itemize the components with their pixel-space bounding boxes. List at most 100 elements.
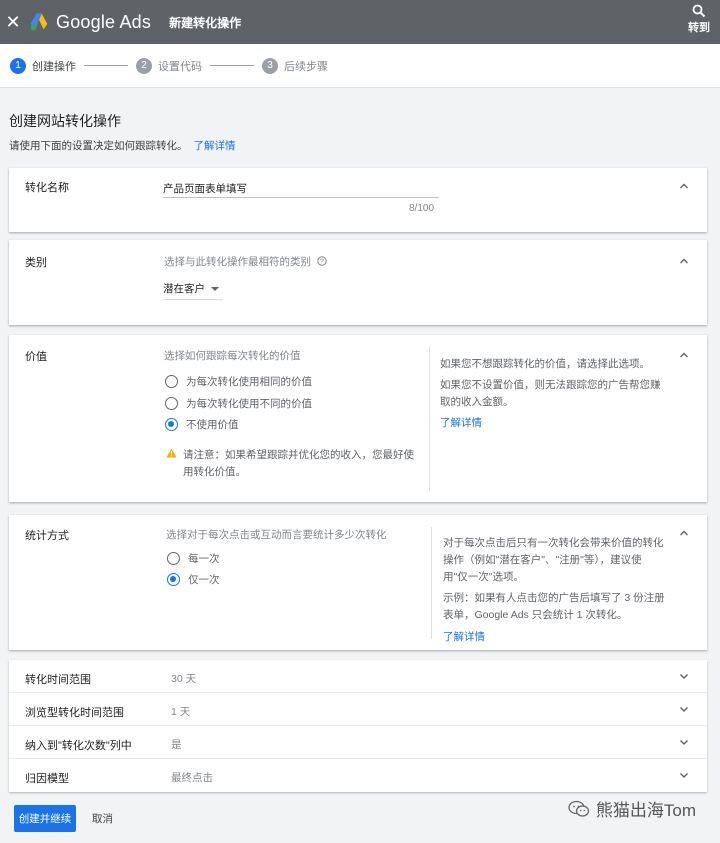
- step-connector: [210, 65, 254, 66]
- chevron-down-icon: [680, 773, 688, 778]
- google-ads-logo-icon: [30, 13, 48, 31]
- vertical-divider: [429, 347, 430, 491]
- step-setup-code: 2 设置代码: [136, 57, 262, 74]
- side-paragraph: 取的收入金额。: [440, 396, 514, 408]
- radio-circle: [167, 552, 180, 565]
- step-label: 创建操作: [32, 60, 76, 73]
- section-subtitle: 请使用下面的设置决定如何跟踪转化。 了解详情: [9, 138, 236, 153]
- wechat-icon: [568, 800, 590, 817]
- category-label: 类别: [25, 257, 47, 269]
- stepper: 1 创建操作 2 设置代码 3 后续步骤: [0, 44, 720, 88]
- category-hint-text: 选择与此转化操作最相符的类别: [164, 256, 311, 268]
- setting-label: 浏览型转化时间范围: [25, 707, 124, 719]
- radio-one[interactable]: 仅一次: [167, 572, 220, 587]
- collapse-icon[interactable]: [679, 528, 689, 538]
- vertical-divider: [431, 527, 432, 639]
- step-next-steps: 3 后续步骤: [262, 57, 328, 74]
- chevron-down-icon: [680, 740, 688, 745]
- radio-no-value[interactable]: 不使用价值: [165, 417, 239, 432]
- radio-same-value[interactable]: 为每次转化使用相同的价值: [165, 374, 312, 389]
- step-label: 设置代码: [158, 60, 202, 73]
- create-and-continue-button[interactable]: 创建并继续: [14, 805, 76, 832]
- collapse-icon[interactable]: [679, 256, 689, 266]
- setting-value: 最终点击: [171, 772, 213, 784]
- step-number: 3: [262, 57, 278, 74]
- side-paragraph: 对于每次点击后只有一次转化会带来价值的转化: [443, 537, 664, 549]
- setting-value: 30 天: [171, 673, 197, 685]
- step-create-action: 1 创建操作: [10, 57, 136, 74]
- goto-label: 转到: [688, 22, 710, 34]
- svg-text:?: ?: [320, 259, 324, 266]
- watermark-text: 熊猫出海Tom: [595, 801, 696, 820]
- category-hint: 选择与此转化操作最相符的类别 ?: [164, 254, 327, 269]
- learn-more-link[interactable]: 了解详情: [443, 629, 683, 646]
- warning-text: 用转化价值。: [183, 466, 246, 478]
- side-paragraph: 示例：如果有人点击您的广告后填写了 3 份注册: [443, 592, 665, 604]
- conversion-name-field[interactable]: 产品页面表单填写: [163, 176, 439, 198]
- settings-list: 转化时间范围 30 天 浏览型转化时间范围 1 天 纳入到"转化次数"列中 是 …: [9, 660, 707, 792]
- side-paragraph: 操作（例如"潜在客户"、"注册"等），建议使: [443, 554, 642, 566]
- step-number: 1: [10, 57, 26, 74]
- step-connector: [84, 65, 128, 66]
- dropdown-arrow-icon: [211, 286, 219, 291]
- radio-label: 不使用价值: [186, 419, 239, 431]
- setting-row-include-in-conversions[interactable]: 纳入到"转化次数"列中 是: [9, 726, 707, 759]
- goto-button[interactable]: 转到: [686, 4, 712, 35]
- char-counter: 8/100: [409, 203, 435, 214]
- radio-circle: [165, 397, 178, 410]
- radio-different-value[interactable]: 为每次转化使用不同的价值: [165, 396, 312, 411]
- value-label: 价值: [25, 351, 47, 363]
- learn-more-link[interactable]: 了解详情: [440, 415, 680, 432]
- radio-circle: [165, 418, 178, 431]
- warning-text: 请注意：如果希望跟踪并优化您的收入，您最好使: [183, 449, 414, 461]
- radio-label: 为每次转化使用不同的价值: [186, 398, 312, 410]
- count-label: 统计方式: [25, 530, 69, 542]
- setting-row-attribution-model[interactable]: 归因模型 最终点击: [9, 759, 707, 792]
- step-label: 后续步骤: [284, 60, 328, 73]
- count-hint: 选择对于每次点击或互动而言要统计多少次转化: [166, 529, 387, 541]
- conversion-name-card: 转化名称 产品页面表单填写 8/100: [9, 168, 707, 232]
- side-paragraph: 如果您不设置价值，则无法跟踪您的广告帮您赚: [440, 379, 661, 391]
- setting-value: 是: [171, 739, 182, 751]
- search-icon: [692, 4, 706, 18]
- side-paragraph: 用"仅一次"选项。: [443, 571, 524, 583]
- collapse-icon[interactable]: [679, 350, 689, 360]
- radio-label: 仅一次: [188, 574, 220, 586]
- setting-row-conversion-window[interactable]: 转化时间范围 30 天: [9, 660, 707, 693]
- category-card: 类别 选择与此转化操作最相符的类别 ? 潜在客户: [9, 240, 707, 325]
- radio-every[interactable]: 每一次: [167, 551, 220, 566]
- watermark: 熊猫出海Tom: [568, 796, 696, 821]
- top-bar: ✕ Google Ads 新建转化操作 转到: [0, 0, 720, 44]
- count-side-help: 对于每次点击后只有一次转化会带来价值的转化 操作（例如"潜在客户"、"注册"等）…: [443, 535, 683, 646]
- value-hint: 选择如何跟踪每次转化的价值: [164, 350, 301, 362]
- setting-label: 转化时间范围: [25, 674, 91, 686]
- page-title: 新建转化操作: [169, 15, 242, 30]
- value-card: 价值 选择如何跟踪每次转化的价值 为每次转化使用相同的价值 为每次转化使用不同的…: [9, 335, 707, 502]
- setting-row-view-through-window[interactable]: 浏览型转化时间范围 1 天: [9, 693, 707, 726]
- subtitle-text: 请使用下面的设置决定如何跟踪转化。: [9, 140, 188, 152]
- help-icon[interactable]: ?: [317, 256, 327, 266]
- brand-name: Google Ads: [56, 11, 152, 32]
- category-dropdown[interactable]: 潜在客户: [163, 278, 223, 300]
- close-icon[interactable]: ✕: [0, 0, 26, 44]
- value-side-help: 如果您不想跟踪转化的价值，请选择此选项。 如果您不设置价值，则无法跟踪您的广告帮…: [440, 356, 680, 432]
- conversion-name-value: 产品页面表单填写: [163, 183, 247, 195]
- collapse-icon[interactable]: [679, 181, 689, 191]
- conversion-name-label: 转化名称: [25, 182, 69, 194]
- radio-label: 为每次转化使用相同的价值: [186, 376, 312, 388]
- setting-value: 1 天: [171, 706, 191, 718]
- chevron-down-icon: [680, 674, 688, 679]
- side-paragraph: 如果您不想跟踪转化的价值，请选择此选项。: [440, 358, 650, 370]
- chevron-down-icon: [680, 707, 688, 712]
- category-selected: 潜在客户: [163, 283, 205, 295]
- setting-label: 纳入到"转化次数"列中: [25, 740, 132, 752]
- learn-more-link[interactable]: 了解详情: [194, 140, 236, 152]
- radio-circle: [165, 375, 178, 388]
- count-card: 统计方式 选择对于每次点击或互动而言要统计多少次转化 每一次 仅一次 对于每次点…: [9, 515, 707, 650]
- step-number: 2: [136, 57, 152, 74]
- radio-label: 每一次: [188, 553, 220, 565]
- side-paragraph: 表单，Google Ads 只会统计 1 次转化。: [443, 609, 628, 621]
- cancel-button[interactable]: 取消: [86, 805, 119, 832]
- setting-label: 归因模型: [25, 773, 69, 785]
- radio-circle: [167, 573, 180, 586]
